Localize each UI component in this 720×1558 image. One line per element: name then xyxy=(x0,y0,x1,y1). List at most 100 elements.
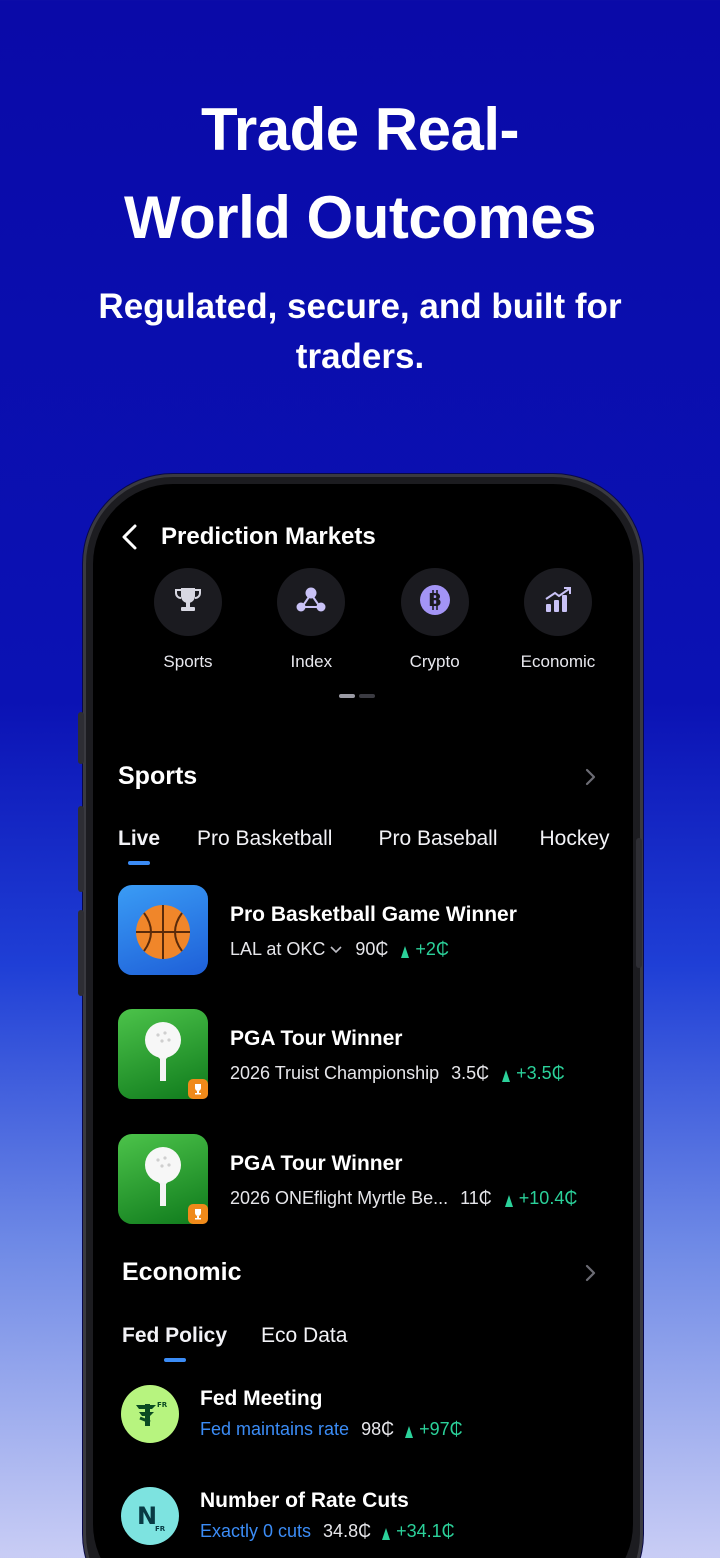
market-title: Number of Rate Cuts xyxy=(200,1489,409,1512)
chart-up-icon xyxy=(543,586,573,619)
trophy-badge-icon xyxy=(188,1079,208,1099)
economic-tabs: Fed Policy Eco Data xyxy=(122,1324,347,1362)
market-price: 90₵ xyxy=(355,939,389,959)
market-thumbnail xyxy=(118,885,208,975)
market-subtitle: 2026 Truist Championship xyxy=(230,1063,440,1083)
tab-pro-baseball[interactable]: Pro Baseball xyxy=(378,827,497,851)
hero-title-line1: Trade Real- xyxy=(201,96,519,163)
up-arrow-icon xyxy=(404,1423,414,1438)
category-economic[interactable]: Economic xyxy=(503,568,613,672)
tab-active-indicator xyxy=(128,861,151,865)
hero-title: Trade Real- World Outcomes xyxy=(0,86,720,262)
page-indicator xyxy=(339,694,375,698)
market-change: +3.5₵ xyxy=(501,1063,565,1084)
sports-tabs: Live Pro Basketball Pro Baseball Hockey xyxy=(118,827,610,865)
page-dot xyxy=(359,694,375,698)
category-sports-circle xyxy=(154,568,222,636)
economic-market-row[interactable]: N FR Number of Rate Cuts Exactly 0 cuts 3… xyxy=(121,1487,601,1547)
section-title-economic: Economic xyxy=(122,1258,242,1286)
category-crypto-circle: B xyxy=(400,568,469,636)
market-details: 2026 ONEflight Myrtle Be... 11₵ +10.4₵ xyxy=(230,1188,577,1209)
market-title: Fed Meeting xyxy=(200,1387,323,1410)
category-crypto[interactable]: B Crypto xyxy=(380,568,490,672)
market-subtitle: Fed maintains rate xyxy=(200,1419,350,1439)
market-title: PGA Tour Winner xyxy=(230,1152,403,1175)
market-change-value: +10.4₵ xyxy=(518,1188,578,1208)
logo-sub-text: FR xyxy=(157,1401,168,1409)
up-arrow-icon xyxy=(501,1067,511,1082)
market-price: 98₵ xyxy=(361,1419,395,1439)
tab-active-indicator xyxy=(163,1358,186,1362)
trophy-icon xyxy=(173,586,203,619)
market-row[interactable]: PGA Tour Winner 2026 Truist Championship… xyxy=(118,1009,618,1099)
tab-label: Eco Data xyxy=(261,1324,348,1347)
logo-sub-text: FR xyxy=(155,1525,166,1533)
category-label: Crypto xyxy=(409,652,460,671)
category-sports[interactable]: Sports xyxy=(133,568,243,672)
market-price: 34.8₵ xyxy=(323,1521,372,1541)
market-row[interactable]: Pro Basketball Game Winner LAL at OKC 90… xyxy=(118,885,618,975)
phone-screen: Prediction Markets Sports Index B Crypto… xyxy=(93,484,633,1558)
tab-label: Hockey xyxy=(539,827,610,850)
economic-section-header[interactable]: Economic xyxy=(122,1258,598,1287)
tab-label: Fed Policy xyxy=(122,1324,228,1347)
section-title-sports: Sports xyxy=(118,762,198,790)
phone-volume-up-button xyxy=(78,806,84,892)
hero-subtitle-line2: traders. xyxy=(295,337,425,376)
tab-fed-policy[interactable]: Fed Policy xyxy=(122,1324,228,1362)
bitcoin-icon: B xyxy=(419,584,451,621)
up-arrow-icon xyxy=(504,1192,514,1207)
category-label: Economic xyxy=(520,652,596,671)
market-title: PGA Tour Winner xyxy=(230,1027,403,1050)
market-price: 11₵ xyxy=(460,1188,492,1208)
tab-label: Pro Basketball xyxy=(197,827,333,850)
market-change: +2₵ xyxy=(400,939,449,960)
category-row: Sports Index B Crypto Economic xyxy=(133,568,613,672)
market-change: +10.4₵ xyxy=(504,1188,578,1209)
chevron-right-icon[interactable] xyxy=(582,767,598,787)
market-change: +34.1₵ xyxy=(381,1521,455,1542)
page-title: Prediction Markets xyxy=(161,523,376,550)
tab-eco-data[interactable]: Eco Data xyxy=(261,1324,347,1348)
tab-live[interactable]: Live xyxy=(118,827,160,865)
market-row[interactable]: PGA Tour Winner 2026 ONEflight Myrtle Be… xyxy=(118,1134,618,1224)
category-economic-circle xyxy=(523,568,592,636)
fed-reserve-logo-icon: FR xyxy=(121,1385,179,1443)
phone-volume-down-button xyxy=(78,910,84,996)
category-label: Sports xyxy=(163,652,213,671)
chevron-right-icon[interactable] xyxy=(582,1263,598,1283)
tab-hockey[interactable]: Hockey xyxy=(540,827,610,851)
basketball-icon xyxy=(118,905,208,975)
back-chevron-icon[interactable] xyxy=(117,522,143,552)
market-details: Fed maintains rate 98₵ +97₵ xyxy=(200,1419,463,1440)
chevron-down-icon[interactable] xyxy=(329,939,343,960)
market-change-value: +97₵ xyxy=(419,1419,463,1439)
phone-side-button xyxy=(78,712,84,764)
category-label: Index xyxy=(290,652,333,671)
trophy-badge-icon xyxy=(188,1204,208,1224)
category-index[interactable]: Index xyxy=(256,568,366,672)
market-change-value: +34.1₵ xyxy=(396,1521,455,1541)
nav-bar: Prediction Markets xyxy=(117,522,376,552)
market-subtitle: 2026 ONEflight Myrtle Be... xyxy=(230,1188,449,1208)
market-change: +97₵ xyxy=(404,1419,463,1440)
market-subtitle: LAL at OKC xyxy=(230,939,326,959)
economic-market-row[interactable]: FR Fed Meeting Fed maintains rate 98₵ +9… xyxy=(121,1385,601,1445)
sports-section-header[interactable]: Sports xyxy=(118,762,598,791)
market-price: 3.5₵ xyxy=(451,1063,490,1083)
hero-subtitle-line1: Regulated, secure, and built for xyxy=(98,287,622,326)
up-arrow-icon xyxy=(381,1525,391,1540)
page-dot-active xyxy=(339,694,355,698)
svg-text:B: B xyxy=(428,590,442,611)
phone-power-button xyxy=(636,838,642,968)
category-index-circle xyxy=(277,568,346,636)
market-details: 2026 Truist Championship 3.5₵ +3.5₵ xyxy=(230,1063,565,1084)
tab-label: Pro Baseball xyxy=(378,827,498,850)
hero-title-line2: World Outcomes xyxy=(124,184,596,251)
market-subtitle: Exactly 0 cuts xyxy=(200,1521,312,1541)
network-icon xyxy=(295,586,327,619)
market-title: Pro Basketball Game Winner xyxy=(230,903,517,926)
tab-pro-basketball[interactable]: Pro Basketball xyxy=(197,827,332,851)
market-change-value: +3.5₵ xyxy=(516,1063,565,1083)
market-change-value: +2₵ xyxy=(415,939,449,959)
